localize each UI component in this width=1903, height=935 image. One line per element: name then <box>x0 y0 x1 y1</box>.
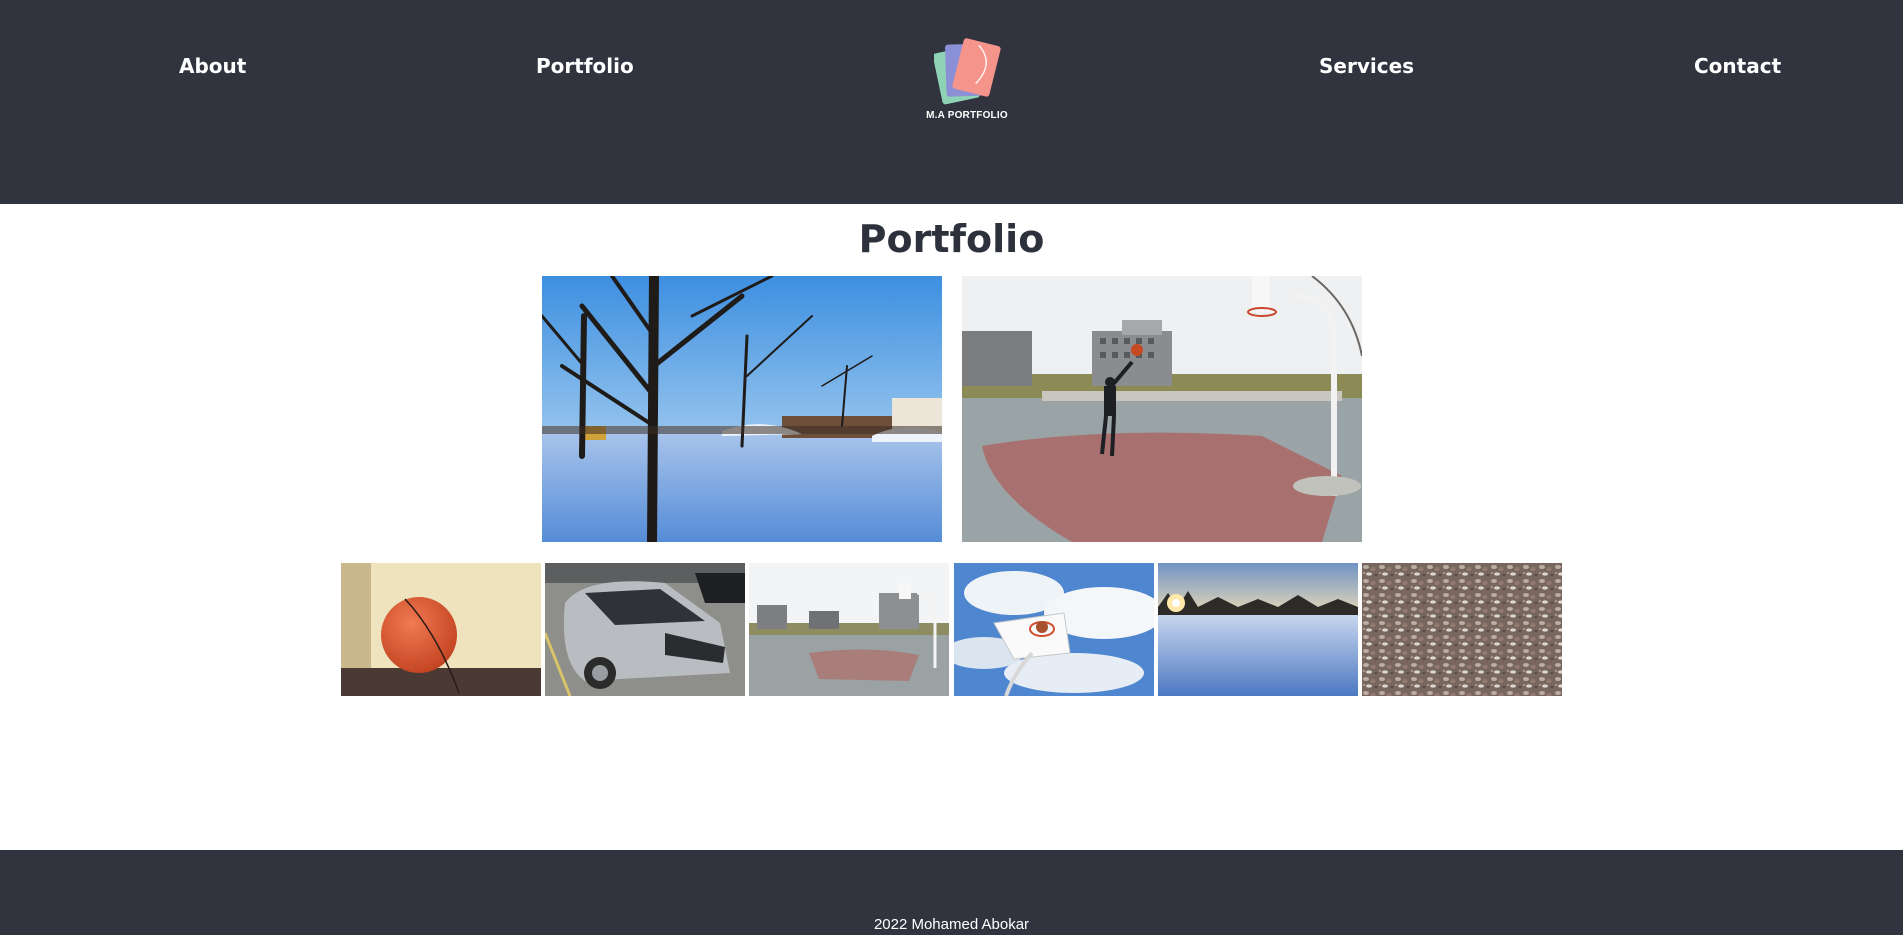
thumbnail-orange-ball[interactable] <box>341 563 541 696</box>
page-title: Portfolio <box>858 217 1045 261</box>
stacked-pages-logo-icon <box>934 38 1001 105</box>
thumbnail-pebbles[interactable] <box>1362 563 1562 696</box>
nav-services-link[interactable]: Services <box>1319 54 1414 78</box>
featured-photo-basketball-shot[interactable] <box>962 276 1362 542</box>
thumbnail-silver-suv[interactable] <box>545 563 745 696</box>
site-header: About Portfolio M.A PORTFOLIO Services C… <box>0 0 1903 204</box>
site-logo[interactable]: M.A PORTFOLIO <box>924 38 1010 124</box>
copyright-text: 2022 Mohamed Abokar <box>873 916 1030 933</box>
thumbnail-snowy-sunset[interactable] <box>1158 563 1358 696</box>
nav-contact-link[interactable]: Contact <box>1694 54 1781 78</box>
thumbnail-basketball-court[interactable] <box>749 563 949 696</box>
nav-portfolio-link[interactable]: Portfolio <box>536 54 634 78</box>
thumbnail-hoop-sky[interactable] <box>954 563 1154 696</box>
featured-photo-snowy-park[interactable] <box>542 276 942 542</box>
site-footer: 2022 Mohamed Abokar <box>0 850 1903 935</box>
logo-text: M.A PORTFOLIO <box>926 110 1008 121</box>
nav-about-link[interactable]: About <box>179 54 246 78</box>
